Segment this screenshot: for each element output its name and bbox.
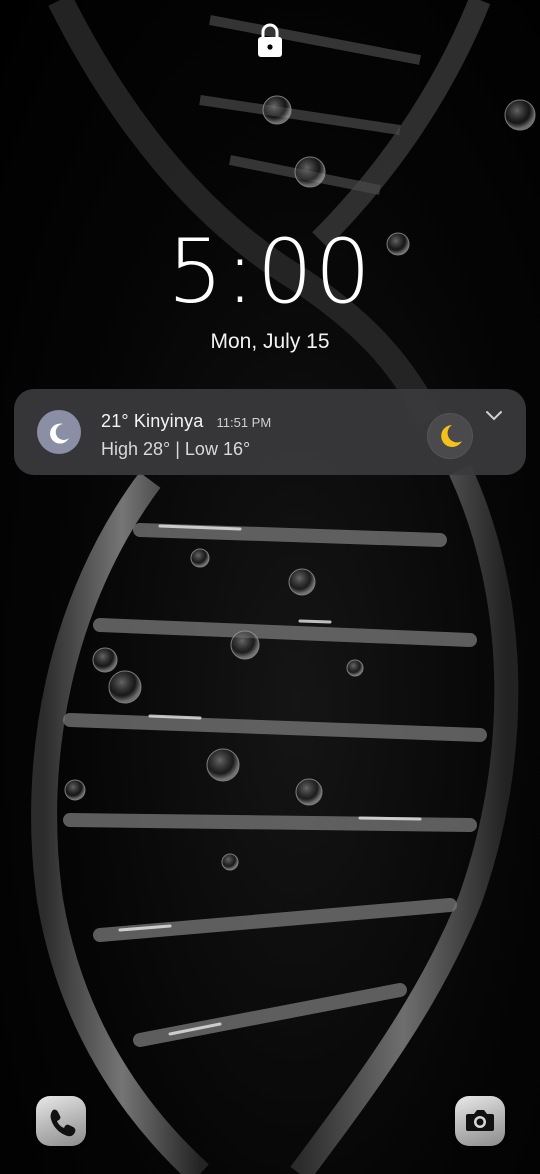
- moon-icon: [37, 410, 81, 454]
- clock-date: Mon, July 15: [210, 330, 330, 353]
- weather-updated-time: 11:51 PM: [216, 415, 272, 430]
- dna-wallpaper: [31, 0, 536, 1174]
- weather-location: Kinyinya: [133, 411, 204, 431]
- weather-condition-moon-icon: [427, 413, 473, 459]
- phone-shortcut-button[interactable]: [36, 1096, 86, 1146]
- weather-title: 21° Kinyinya 11:51 PM: [101, 409, 271, 435]
- camera-shortcut-button[interactable]: [455, 1096, 505, 1146]
- weather-temperature: 21°: [101, 411, 129, 431]
- lock-icon: [258, 23, 282, 57]
- clock-time: 5:00: [167, 220, 373, 323]
- lock-screen: 5:00 Mon, July 15 21° Kinyinya 11:51 PM …: [0, 0, 540, 1174]
- camera-icon: [466, 1110, 494, 1131]
- phone-icon: [50, 1109, 76, 1137]
- weather-card[interactable]: 21° Kinyinya 11:51 PM High 28° | Low 16°: [14, 389, 526, 475]
- chevron-down-icon[interactable]: [484, 409, 504, 423]
- weather-high-low: High 28° | Low 16°: [101, 439, 251, 459]
